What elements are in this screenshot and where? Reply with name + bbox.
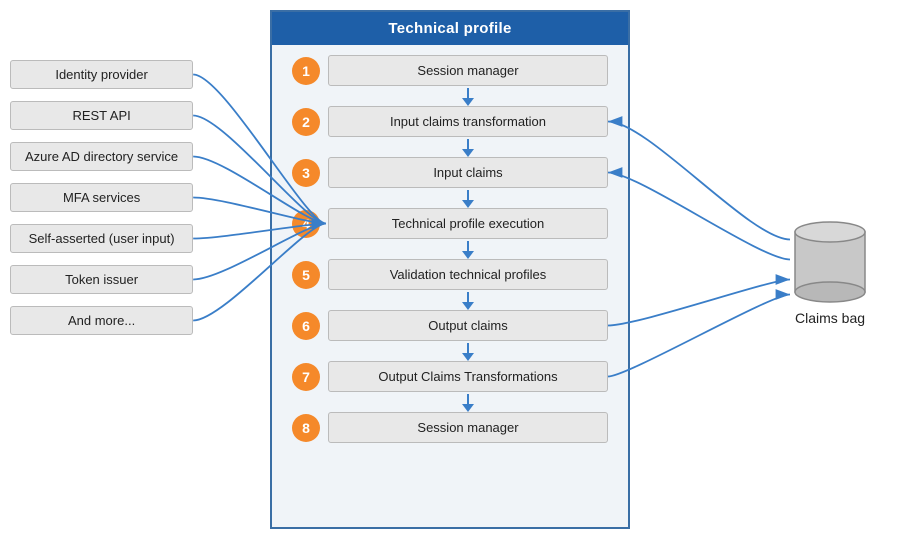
left-item-5: Token issuer (10, 265, 193, 294)
arrow-down-2 (458, 139, 478, 157)
step-num-6: 6 (292, 312, 320, 340)
tp-steps: 1 Session manager 2 Input claims transform… (272, 45, 628, 455)
step-box-8: Session manager (328, 412, 608, 443)
step-1: 1 Session manager (292, 55, 608, 86)
step-4: 4 Technical profile execution (292, 208, 608, 239)
arrow-down-5 (458, 292, 478, 310)
step-num-3: 3 (292, 159, 320, 187)
tp-header: Technical profile (272, 12, 628, 45)
arrow-down-4 (458, 241, 478, 259)
left-item-0: Identity provider (10, 60, 193, 89)
claims-bag: Claims bag (790, 214, 870, 326)
arrow-down-7 (458, 394, 478, 412)
arrow-down-3 (458, 190, 478, 208)
arrow-down-6 (458, 343, 478, 361)
claims-bag-label: Claims bag (795, 310, 865, 326)
step-8: 8 Session manager (292, 412, 608, 443)
left-item-4: Self-asserted (user input) (10, 224, 193, 253)
left-item-1: REST API (10, 101, 193, 130)
step-num-2: 2 (292, 108, 320, 136)
left-items-list: Identity provider REST API Azure AD direct… (10, 60, 193, 335)
step-num-5: 5 (292, 261, 320, 289)
step-num-8: 8 (292, 414, 320, 442)
step-box-1: Session manager (328, 55, 608, 86)
step-box-5: Validation technical profiles (328, 259, 608, 290)
diagram: Identity provider REST API Azure AD direct… (0, 0, 910, 539)
step-box-4: Technical profile execution (328, 208, 608, 239)
left-item-6: And more... (10, 306, 193, 335)
step-5: 5 Validation technical profiles (292, 259, 608, 290)
step-7: 7 Output Claims Transformations (292, 361, 608, 392)
claims-bag-icon (790, 214, 870, 304)
arrow-down-1 (458, 88, 478, 106)
step-2: 2 Input claims transformation (292, 106, 608, 137)
step-box-6: Output claims (328, 310, 608, 341)
step-6: 6 Output claims (292, 310, 608, 341)
step-box-2: Input claims transformation (328, 106, 608, 137)
left-item-3: MFA services (10, 183, 193, 212)
step-num-4: 4 (292, 210, 320, 238)
left-item-2: Azure AD directory service (10, 142, 193, 171)
step-num-1: 1 (292, 57, 320, 85)
technical-profile-container: Technical profile 1 Session manager 2 Inpu… (270, 10, 630, 529)
step-3: 3 Input claims (292, 157, 608, 188)
step-num-7: 7 (292, 363, 320, 391)
step-box-3: Input claims (328, 157, 608, 188)
step-box-7: Output Claims Transformations (328, 361, 608, 392)
